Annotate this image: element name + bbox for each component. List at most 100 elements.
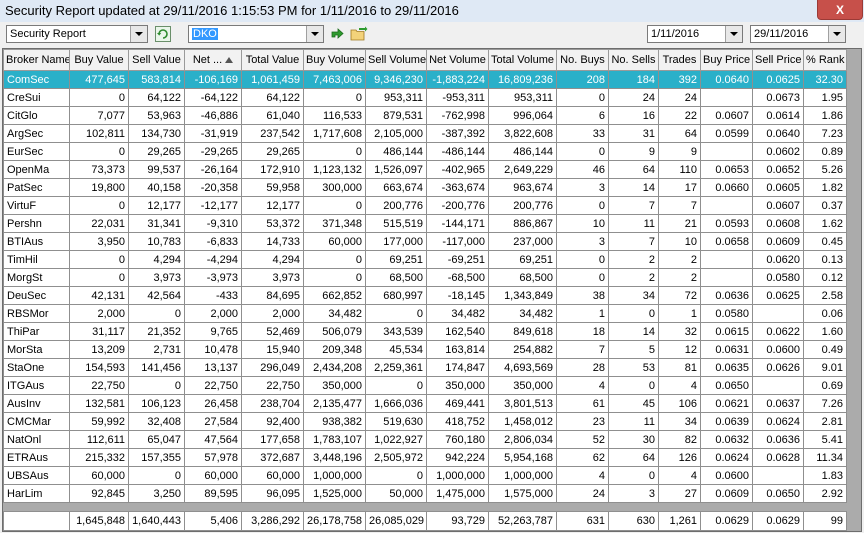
cell-no-sells: 64 — [608, 448, 659, 467]
table-row[interactable]: AusInv 132,581 106,123 26,458 238,704 2,135,4… — [3, 394, 847, 413]
cell-pct-rank: 0.37 — [803, 196, 847, 215]
cell-sell-value: 4,294 — [128, 250, 185, 269]
cell-total-value: 3,973 — [241, 268, 304, 287]
cell-buy-volume: 0 — [303, 196, 366, 215]
cell-broker-name: Pershn — [3, 214, 70, 233]
cell-broker-name: MorgSt — [3, 268, 70, 287]
column-header-trades[interactable]: Trades — [658, 49, 701, 71]
table-row[interactable]: BTIAus 3,950 10,783 -6,833 14,733 60,000 177,0… — [3, 232, 847, 251]
cell-sell-price — [752, 304, 804, 323]
column-header-broker-name[interactable]: Broker Name — [3, 49, 70, 71]
cell-trades: 64 — [658, 124, 701, 143]
cell-pct-rank: 0.89 — [803, 142, 847, 161]
cell-no-buys: 7 — [556, 340, 609, 359]
cell-sell-price: 0.0620 — [752, 250, 804, 269]
column-header-sell-price[interactable]: Sell Price — [752, 49, 804, 71]
table-row[interactable]: ComSec 477,645 583,814 -106,169 1,061,459 7,4… — [3, 70, 847, 89]
table-row[interactable]: OpenMa 73,373 99,537 -26,164 172,910 1,123,13… — [3, 160, 847, 179]
code-combo[interactable]: DKO — [188, 25, 324, 43]
cell-total-volume: 963,674 — [488, 178, 557, 197]
table-row[interactable]: ITGAus 22,750 0 22,750 22,750 350,000 0 350,000… — [3, 376, 847, 395]
column-header-buy-price[interactable]: Buy Price — [700, 49, 753, 71]
table-row[interactable]: PatSec 19,800 40,158 -20,358 59,958 300,000 66… — [3, 178, 847, 197]
cell-net-volume: -117,000 — [426, 232, 489, 251]
column-header-buy-value[interactable]: Buy Value — [69, 49, 129, 71]
cell-trades: 4 — [658, 376, 701, 395]
cell-trades: 392 — [658, 70, 701, 89]
cell-net-volume: 163,814 — [426, 340, 489, 359]
column-header-total-volume[interactable]: Total Volume — [488, 49, 557, 71]
column-header-no-buys[interactable]: No. Buys — [556, 49, 609, 71]
chevron-down-icon[interactable] — [306, 26, 323, 42]
table-row[interactable]: ETRAus 215,332 157,355 57,978 372,687 3,448,1… — [3, 448, 847, 467]
table-row[interactable]: RBSMor 2,000 0 2,000 2,000 34,482 0 34,482 34,48… — [3, 304, 847, 323]
chevron-down-icon[interactable] — [130, 26, 147, 42]
code-input[interactable]: DKO — [192, 28, 218, 40]
table-row[interactable]: MorgSt 0 3,973 -3,973 3,973 0 68,500 -68,500 68,… — [3, 268, 847, 287]
table-row[interactable]: TimHil 0 4,294 -4,294 4,294 0 69,251 -69,251 69,… — [3, 250, 847, 269]
cell-net-volume: 760,180 — [426, 430, 489, 449]
cell-trades: 2 — [658, 250, 701, 269]
cell-pct-rank: 0.49 — [803, 340, 847, 359]
cell-sell-value: 12,177 — [128, 196, 185, 215]
total-pct-rank: 99 — [803, 511, 847, 531]
cell-buy-value: 13,209 — [69, 340, 129, 359]
cell-buy-price: 0.0658 — [700, 232, 753, 251]
table-row[interactable]: NatOnl 112,611 65,047 47,564 177,658 1,783,10… — [3, 430, 847, 449]
cell-total-volume: 1,575,000 — [488, 484, 557, 503]
cell-net-value: 22,750 — [184, 376, 242, 395]
cell-net-volume: 1,000,000 — [426, 466, 489, 485]
date-from-picker[interactable]: 1/11/2016 — [647, 25, 743, 43]
table-row[interactable]: CMCMar 59,992 32,408 27,584 92,400 938,382 519… — [3, 412, 847, 431]
cell-broker-name: HarLim — [3, 484, 70, 503]
cell-pct-rank: 2.92 — [803, 484, 847, 503]
cell-no-buys: 3 — [556, 178, 609, 197]
column-header-total-value[interactable]: Total Value — [241, 49, 304, 71]
column-header-sell-value[interactable]: Sell Value — [128, 49, 185, 71]
column-header-buy-volume[interactable]: Buy Volume — [303, 49, 366, 71]
table-row[interactable]: CitGlo 7,077 53,963 -46,886 61,040 116,533 879… — [3, 106, 847, 125]
export-button[interactable] — [350, 25, 368, 43]
table-row[interactable]: ThiPar 31,117 21,352 9,765 52,469 506,079 343,… — [3, 322, 847, 341]
refresh-button[interactable] — [154, 25, 172, 43]
cell-sell-price: 0.0626 — [752, 358, 804, 377]
chevron-down-icon[interactable] — [828, 26, 845, 42]
cell-broker-name: ThiPar — [3, 322, 70, 341]
chevron-down-icon[interactable] — [725, 26, 742, 42]
table-row[interactable]: CreSui 0 64,122 -64,122 64,122 0 953,311 -953,3… — [3, 88, 847, 107]
date-from-value: 1/11/2016 — [651, 28, 700, 40]
date-to-picker[interactable]: 29/11/2016 — [750, 25, 846, 43]
cell-sell-price: 0.0650 — [752, 484, 804, 503]
table-row[interactable]: VirtuF 0 12,177 -12,177 12,177 0 200,776 -200,7… — [3, 196, 847, 215]
cell-total-value: 29,265 — [241, 142, 304, 161]
report-select[interactable]: Security Report — [6, 25, 148, 43]
column-header-net-volume[interactable]: Net Volume — [426, 49, 489, 71]
table-row[interactable]: UBSAus 60,000 0 60,000 60,000 1,000,000 0 1,000… — [3, 466, 847, 485]
cell-buy-price: 0.0624 — [700, 448, 753, 467]
column-header-net-value[interactable]: Net ... — [184, 49, 242, 71]
cell-total-volume: 4,693,569 — [488, 358, 557, 377]
cell-no-sells: 9 — [608, 142, 659, 161]
cell-buy-volume: 0 — [303, 250, 366, 269]
cell-net-value: -29,265 — [184, 142, 242, 161]
close-button[interactable]: X — [817, 0, 863, 20]
cell-net-volume: 942,224 — [426, 448, 489, 467]
cell-no-buys: 0 — [556, 88, 609, 107]
cell-net-volume: 350,000 — [426, 376, 489, 395]
column-header-pct-rank[interactable]: % Rank — [803, 49, 847, 71]
table-row[interactable]: StaOne 154,593 141,456 13,137 296,049 2,434,2… — [3, 358, 847, 377]
cell-sell-price: 0.0640 — [752, 124, 804, 143]
cell-total-value: 238,704 — [241, 394, 304, 413]
cell-broker-name: AusInv — [3, 394, 70, 413]
column-header-no-sells[interactable]: No. Sells — [608, 49, 659, 71]
cell-net-value: -26,164 — [184, 160, 242, 179]
table-row[interactable]: Pershn 22,031 31,341 -9,310 53,372 371,348 515… — [3, 214, 847, 233]
table-row[interactable]: HarLim 92,845 3,250 89,595 96,095 1,525,000 50… — [3, 484, 847, 503]
table-row[interactable]: MorSta 13,209 2,731 10,478 15,940 209,348 45,5… — [3, 340, 847, 359]
table-row[interactable]: DeuSec 42,131 42,564 -433 84,695 662,852 680,9… — [3, 286, 847, 305]
cell-pct-rank: 1.83 — [803, 466, 847, 485]
column-header-sell-volume[interactable]: Sell Volume — [365, 49, 427, 71]
go-button[interactable] — [328, 25, 346, 43]
table-row[interactable]: EurSec 0 29,265 -29,265 29,265 0 486,144 -486,1… — [3, 142, 847, 161]
table-row[interactable]: ArgSec 102,811 134,730 -31,919 237,542 1,717,… — [3, 124, 847, 143]
